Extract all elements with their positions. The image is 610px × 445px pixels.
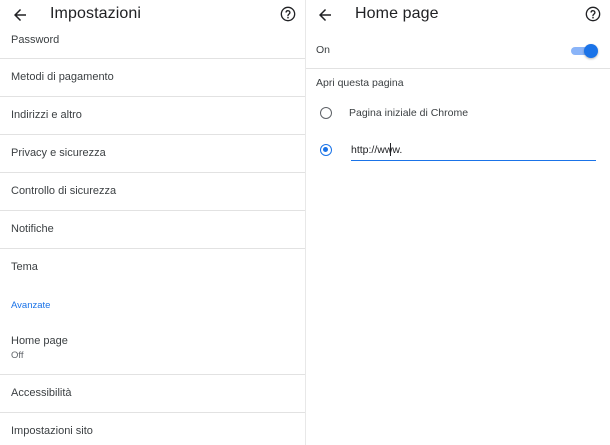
- settings-item-label: Indirizzi e altro: [11, 109, 82, 121]
- settings-item-theme[interactable]: Tema: [0, 249, 305, 286]
- toggle-thumb: [584, 44, 598, 58]
- settings-item-site-settings[interactable]: Impostazioni sito: [0, 413, 305, 445]
- settings-item-label: Privacy e sicurezza: [11, 147, 106, 159]
- settings-app-bar: Impostazioni: [0, 0, 305, 30]
- open-page-group-label: Apri questa pagina: [316, 77, 404, 89]
- homepage-toggle-switch[interactable]: [571, 44, 598, 58]
- custom-url-input[interactable]: [351, 142, 596, 161]
- homepage-title: Home page: [355, 5, 439, 22]
- chrome-homepage-option-label[interactable]: Pagina iniziale di Chrome: [349, 107, 468, 119]
- settings-item-label: Impostazioni sito: [11, 425, 93, 437]
- settings-item-label: Home page: [11, 335, 68, 347]
- settings-item-label: Password: [11, 34, 60, 46]
- settings-item-notifications[interactable]: Notifiche: [0, 211, 305, 249]
- homepage-app-bar: Home page: [306, 0, 610, 30]
- custom-url-radio[interactable]: [320, 144, 332, 156]
- settings-item-label: Metodi di pagamento: [11, 71, 114, 83]
- settings-item-label: Controllo di sicurezza: [11, 185, 117, 197]
- help-icon[interactable]: [585, 6, 601, 22]
- homepage-panel: Home page On Apri questa pagina Pagina i…: [306, 0, 610, 445]
- advanced-section-header: Avanzate: [11, 300, 51, 311]
- help-icon[interactable]: [280, 6, 296, 22]
- settings-item-label: Accessibilità: [11, 387, 72, 399]
- settings-title: Impostazioni: [50, 5, 142, 22]
- settings-item-label: Tema: [11, 261, 38, 273]
- homepage-toggle-row[interactable]: On: [306, 36, 610, 69]
- settings-item-sublabel: Off: [11, 350, 24, 361]
- settings-item-label: Notifiche: [11, 223, 54, 235]
- settings-item-payment-methods[interactable]: Metodi di pagamento: [0, 59, 305, 97]
- settings-item-privacy[interactable]: Privacy e sicurezza: [0, 135, 305, 173]
- back-arrow-icon[interactable]: [11, 6, 29, 24]
- settings-panel: Impostazioni Password Metodi di pagament…: [0, 0, 306, 445]
- text-cursor: [390, 143, 391, 156]
- settings-item-home-page[interactable]: Home page Off: [0, 325, 305, 375]
- settings-item-addresses[interactable]: Indirizzi e altro: [0, 97, 305, 135]
- settings-item-safety-check[interactable]: Controllo di sicurezza: [0, 173, 305, 211]
- homepage-toggle-label: On: [316, 44, 331, 56]
- chrome-homepage-radio[interactable]: [320, 107, 332, 119]
- settings-item-password[interactable]: Password: [0, 30, 305, 59]
- back-arrow-icon[interactable]: [316, 6, 334, 24]
- settings-item-accessibility[interactable]: Accessibilità: [0, 375, 305, 413]
